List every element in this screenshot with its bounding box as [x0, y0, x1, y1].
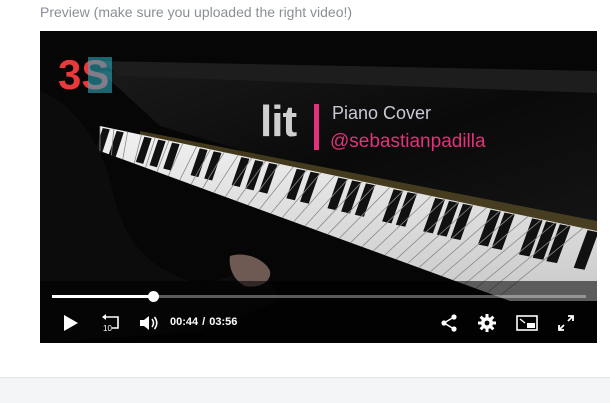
play-button[interactable]	[60, 309, 82, 337]
progress-fill	[52, 295, 153, 298]
fullscreen-button[interactable]	[556, 309, 576, 337]
time-display: 00:44/03:56	[170, 316, 237, 328]
settings-button[interactable]	[476, 309, 498, 337]
overlay-handle: @sebastianpadilla	[330, 131, 486, 152]
share-button[interactable]	[438, 309, 460, 337]
overlay-subtitle: Piano Cover	[332, 103, 432, 123]
preview-label: Preview (make sure you uploaded the righ…	[40, 4, 353, 20]
control-bar: 10 00:44/03:56	[40, 309, 597, 337]
current-time: 00:44	[170, 316, 199, 328]
channel-logo: 3S	[58, 51, 112, 97]
rewind-button[interactable]: 10	[98, 309, 124, 337]
gear-icon	[478, 314, 496, 332]
duration: 03:56	[209, 316, 238, 328]
overlay-divider	[314, 104, 319, 150]
volume-button[interactable]	[138, 309, 162, 337]
pip-button[interactable]	[514, 309, 540, 337]
time-separator: /	[202, 316, 206, 328]
progress-bar[interactable]	[52, 291, 586, 302]
overlay-title: lit	[260, 97, 297, 146]
play-icon	[64, 315, 78, 331]
share-icon	[441, 314, 457, 332]
volume-icon	[140, 316, 158, 330]
rewind-10-icon: 10	[102, 314, 119, 332]
video-player[interactable]: 3S lit Piano Cover @sebastianpadilla 10	[40, 31, 597, 343]
picture-in-picture-icon	[516, 315, 538, 331]
rewind-10-label: 10	[103, 324, 112, 332]
progress-thumb[interactable]	[148, 291, 159, 302]
fullscreen-icon	[558, 315, 574, 331]
